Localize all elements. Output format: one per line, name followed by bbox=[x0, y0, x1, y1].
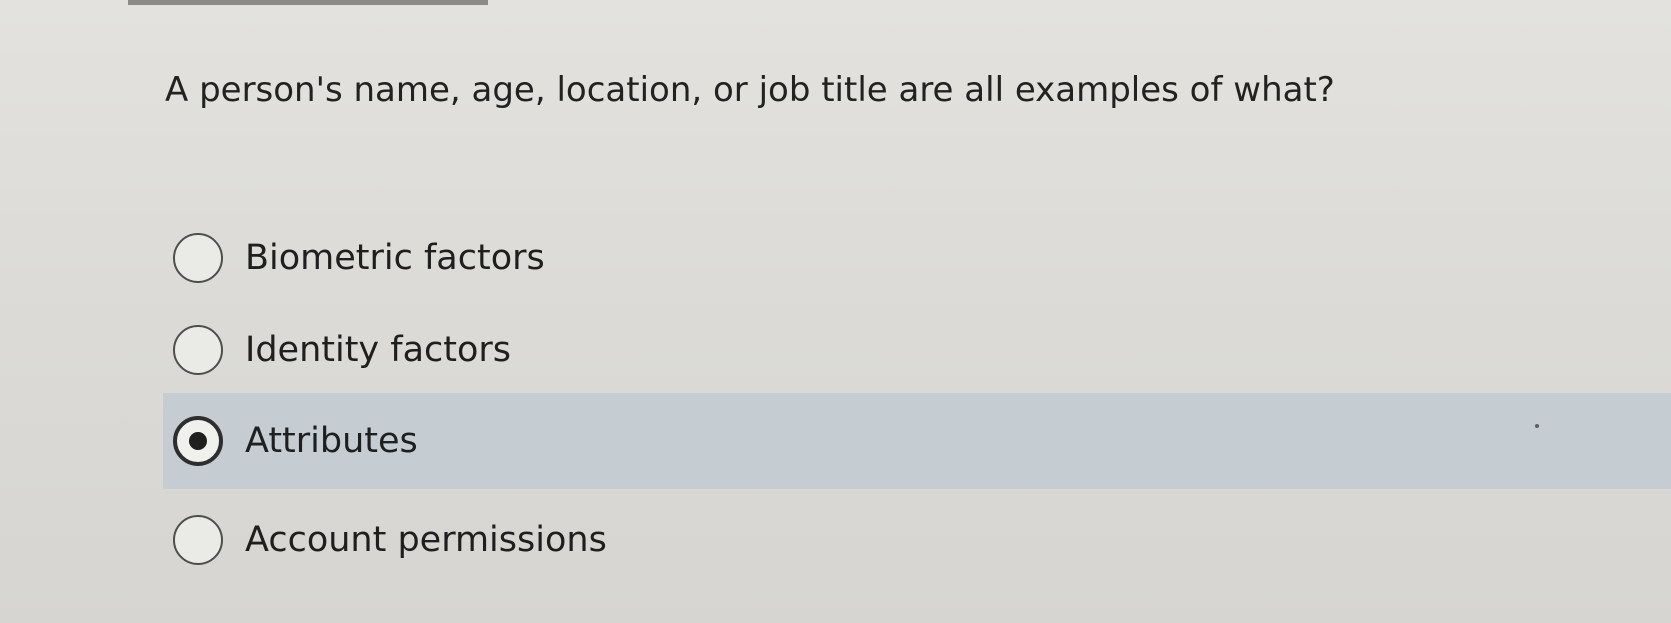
option-label: Identity factors bbox=[245, 329, 512, 370]
option-identity-factors[interactable]: Identity factors bbox=[165, 302, 1565, 398]
radio-empty-icon[interactable] bbox=[173, 233, 223, 283]
option-label: Account permissions bbox=[245, 519, 607, 560]
dot-mark bbox=[1535, 424, 1539, 428]
top-divider bbox=[128, 0, 488, 5]
question-text: A person's name, age, location, or job t… bbox=[165, 70, 1335, 110]
option-attributes[interactable]: Attributes bbox=[163, 393, 1671, 489]
radio-dot-icon bbox=[189, 432, 207, 450]
option-label: Attributes bbox=[245, 420, 418, 461]
option-biometric-factors[interactable]: Biometric factors bbox=[165, 210, 1565, 306]
radio-empty-icon[interactable] bbox=[173, 515, 223, 565]
option-account-permissions[interactable]: Account permissions bbox=[165, 492, 1565, 588]
radio-empty-icon[interactable] bbox=[173, 325, 223, 375]
radio-selected-icon[interactable] bbox=[173, 416, 223, 466]
option-label: Biometric factors bbox=[245, 237, 545, 278]
